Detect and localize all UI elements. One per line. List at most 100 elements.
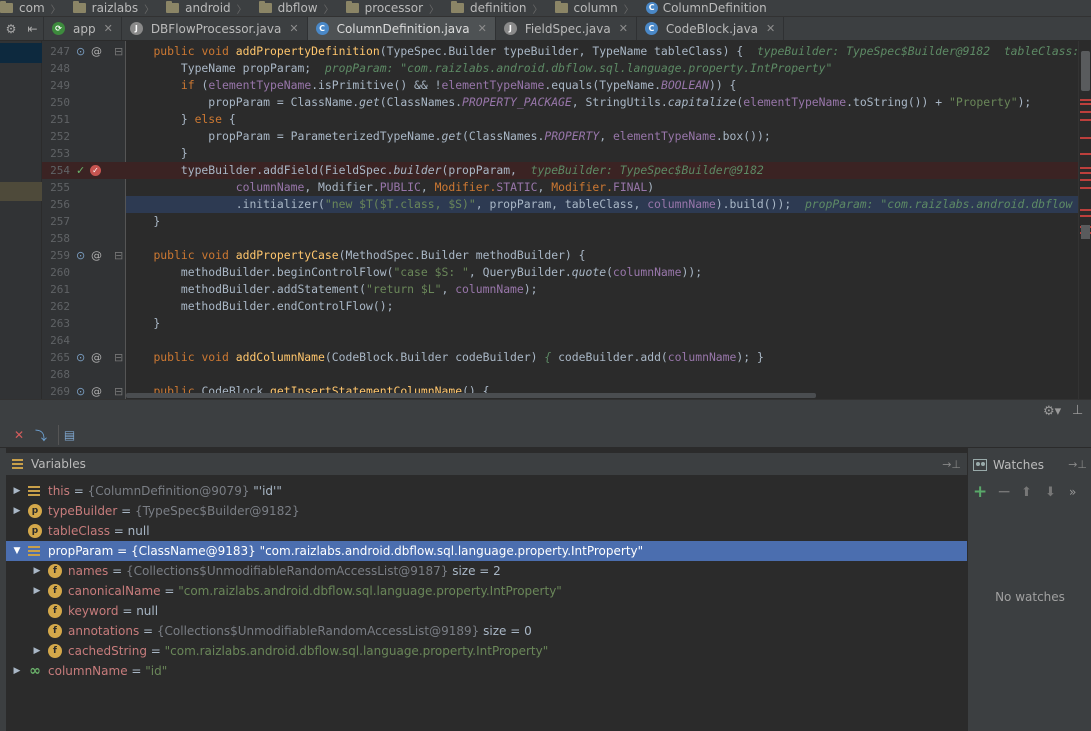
- pin-icon[interactable]: →⊥: [942, 458, 961, 471]
- editor-gutter[interactable]: 247 ⊙ @ ⊟ 248 249 250 251 252 253 254 ✓ ✓ 255 256 257 25…: [42, 41, 126, 399]
- annotation-icon[interactable]: @: [91, 247, 102, 264]
- fold-icon[interactable]: ⊟: [114, 349, 123, 366]
- code-token: }: [126, 112, 195, 126]
- variable-row-propparam[interactable]: ▼ propParam = {ClassName@9183} "com.raizl…: [6, 541, 967, 561]
- expand-arrow-icon[interactable]: ▶: [12, 501, 22, 521]
- move-down-icon[interactable]: ⬇: [1045, 485, 1069, 500]
- pin-icon[interactable]: →⊥: [1068, 458, 1087, 471]
- restore-layout-icon[interactable]: ▤: [58, 425, 80, 445]
- variable-row-keyword[interactable]: f keyword = null: [6, 601, 967, 621]
- collapse-panel-icon[interactable]: ⇤: [22, 17, 44, 40]
- breadcrumb-item[interactable]: raizlabs 〉: [65, 0, 158, 16]
- variable-row-columnname[interactable]: ▶ ∞ columnName = "id": [6, 661, 967, 681]
- settings-gear-icon[interactable]: ⚙: [0, 17, 22, 40]
- step-over-icon[interactable]: ⤵: [30, 425, 52, 445]
- fold-icon[interactable]: ⊟: [114, 247, 123, 264]
- code-token: (ClassNames.: [379, 95, 463, 109]
- error-stripe-scrollbar[interactable]: [1078, 41, 1091, 399]
- variable-row-cachedstring[interactable]: ▶ f cachedString = "com.raizlabs.android.d…: [6, 641, 967, 661]
- code-line[interactable]: [126, 230, 1078, 247]
- close-tab-icon[interactable]: ✕: [619, 22, 628, 35]
- code-line[interactable]: TypeName propParam; propParam: "com.raiz…: [126, 60, 1078, 77]
- settings-gear-icon[interactable]: ⚙▾: [1043, 404, 1061, 419]
- code-line[interactable]: methodBuilder.endControlFlow();: [126, 298, 1078, 315]
- equals-sign: =: [146, 644, 165, 658]
- breadcrumb-item[interactable]: C ColumnDefinition: [638, 0, 771, 16]
- override-icon[interactable]: ⊙: [76, 43, 85, 60]
- remove-watch-icon[interactable]: −: [997, 482, 1021, 502]
- code-line[interactable]: typeBuilder.addField(FieldSpec.builder(p…: [126, 162, 1078, 179]
- annotation-icon[interactable]: @: [91, 349, 102, 366]
- code-token: typeBuilder.addField(FieldSpec.: [126, 163, 394, 177]
- code-line[interactable]: propParam = ParameterizedTypeName.get(Cl…: [126, 128, 1078, 145]
- code-line[interactable]: if (elementTypeName.isPrimitive() && !el…: [126, 77, 1078, 94]
- variable-string-value: "com.raizlabs.android.dbflow.sql.languag…: [255, 544, 644, 558]
- more-icon[interactable]: »: [1069, 485, 1083, 499]
- line-number: 254: [50, 164, 70, 177]
- breadcrumb-item[interactable]: dbflow 〉: [251, 0, 338, 16]
- horizontal-scrollbar[interactable]: [126, 393, 816, 398]
- annotation-icon[interactable]: @: [91, 383, 102, 400]
- expand-arrow-icon[interactable]: ▶: [32, 561, 42, 581]
- code-line[interactable]: methodBuilder.beginControlFlow("case $S:…: [126, 264, 1078, 281]
- tab-fieldspec-java[interactable]: J FieldSpec.java ✕: [496, 17, 637, 40]
- breadcrumb-label: dbflow: [277, 1, 318, 15]
- close-tab-icon[interactable]: ✕: [289, 22, 298, 35]
- variables-header: Variables →⊥: [6, 453, 967, 476]
- variable-row-tableclass[interactable]: p tableClass = null: [6, 521, 967, 541]
- variable-row-annotations[interactable]: f annotations = {Collections$Unmodifiable…: [6, 621, 967, 641]
- variable-row-canonicalname[interactable]: ▶ f canonicalName = "com.raizlabs.android.…: [6, 581, 967, 601]
- code-line[interactable]: } else {: [126, 111, 1078, 128]
- breadcrumb-item[interactable]: com 〉: [0, 0, 65, 16]
- expand-arrow-icon[interactable]: ▶: [32, 581, 42, 601]
- code-line[interactable]: .initializer("new $T($T.class, $S)", pro…: [126, 196, 1078, 213]
- variable-row-typebuilder[interactable]: ▶ p typeBuilder = {TypeSpec$Builder@9182}: [6, 501, 967, 521]
- breadcrumb-item[interactable]: column 〉: [547, 0, 638, 16]
- code-line[interactable]: }: [126, 145, 1078, 162]
- folder-icon: [72, 1, 86, 13]
- expand-arrow-icon[interactable]: ▶: [12, 661, 22, 681]
- close-tab-icon[interactable]: ✕: [478, 22, 487, 35]
- expand-arrow-icon[interactable]: ▶: [32, 641, 42, 661]
- close-tab-icon[interactable]: ✕: [104, 22, 113, 35]
- code-line[interactable]: public void addPropertyDefinition(TypeSp…: [126, 43, 1078, 60]
- code-token: .isPrimitive() && !: [311, 78, 442, 92]
- code-line[interactable]: propParam = ClassName.get(ClassNames.PRO…: [126, 94, 1078, 111]
- breadcrumb-item[interactable]: android 〉: [158, 0, 251, 16]
- variable-row-names[interactable]: ▶ f names = {Collections$UnmodifiableRando…: [6, 561, 967, 581]
- code-line[interactable]: [126, 332, 1078, 349]
- override-icon[interactable]: ⊙: [76, 247, 85, 264]
- annotation-icon[interactable]: @: [91, 43, 102, 60]
- code-line[interactable]: [126, 366, 1078, 383]
- tab-dbflowprocessor-java[interactable]: J DBFlowProcessor.java ✕: [122, 17, 308, 40]
- collapse-arrow-icon[interactable]: ▼: [12, 541, 22, 561]
- code-line[interactable]: public void addPropertyCase(MethodSpec.B…: [126, 247, 1078, 264]
- line-number: 248: [50, 62, 70, 75]
- override-icon[interactable]: ⊙: [76, 349, 85, 366]
- tab-app[interactable]: ⟳ app ✕: [44, 17, 122, 40]
- hide-panel-icon[interactable]: ⊥: [1072, 403, 1083, 418]
- code-line[interactable]: }: [126, 213, 1078, 230]
- fold-icon[interactable]: ⊟: [114, 43, 123, 60]
- variable-row-this[interactable]: ▶ this = {ColumnDefinition@9079} "'id'": [6, 481, 967, 501]
- code-line[interactable]: columnName, Modifier.PUBLIC, Modifier.ST…: [126, 179, 1078, 196]
- mute-breakpoints-icon[interactable]: ✕: [8, 425, 30, 445]
- code-line[interactable]: methodBuilder.addStatement("return $L", …: [126, 281, 1078, 298]
- expand-arrow-icon[interactable]: ▶: [12, 481, 22, 501]
- close-tab-icon[interactable]: ✕: [766, 22, 775, 35]
- fold-icon[interactable]: ⊟: [114, 383, 123, 400]
- move-up-icon[interactable]: ⬆: [1021, 485, 1045, 500]
- code-line[interactable]: }: [126, 315, 1078, 332]
- variable-reference: {ClassName@9183}: [130, 544, 256, 558]
- scrollbar-thumb[interactable]: [1081, 51, 1090, 91]
- breakpoint-icon[interactable]: ✓: [90, 165, 101, 176]
- add-watch-icon[interactable]: +: [973, 482, 997, 502]
- breadcrumb-item[interactable]: processor 〉: [338, 0, 443, 16]
- tab-columndefinition-java[interactable]: C ColumnDefinition.java ✕: [307, 17, 496, 40]
- breadcrumb-item[interactable]: definition 〉: [443, 0, 546, 16]
- tab-codeblock-java[interactable]: C CodeBlock.java ✕: [637, 17, 785, 40]
- line-number: 260: [50, 266, 70, 279]
- code-line[interactable]: public void addColumnName(CodeBlock.Buil…: [126, 349, 1078, 366]
- code-editor[interactable]: public void addPropertyDefinition(TypeSp…: [126, 41, 1078, 399]
- override-icon[interactable]: ⊙: [76, 383, 85, 400]
